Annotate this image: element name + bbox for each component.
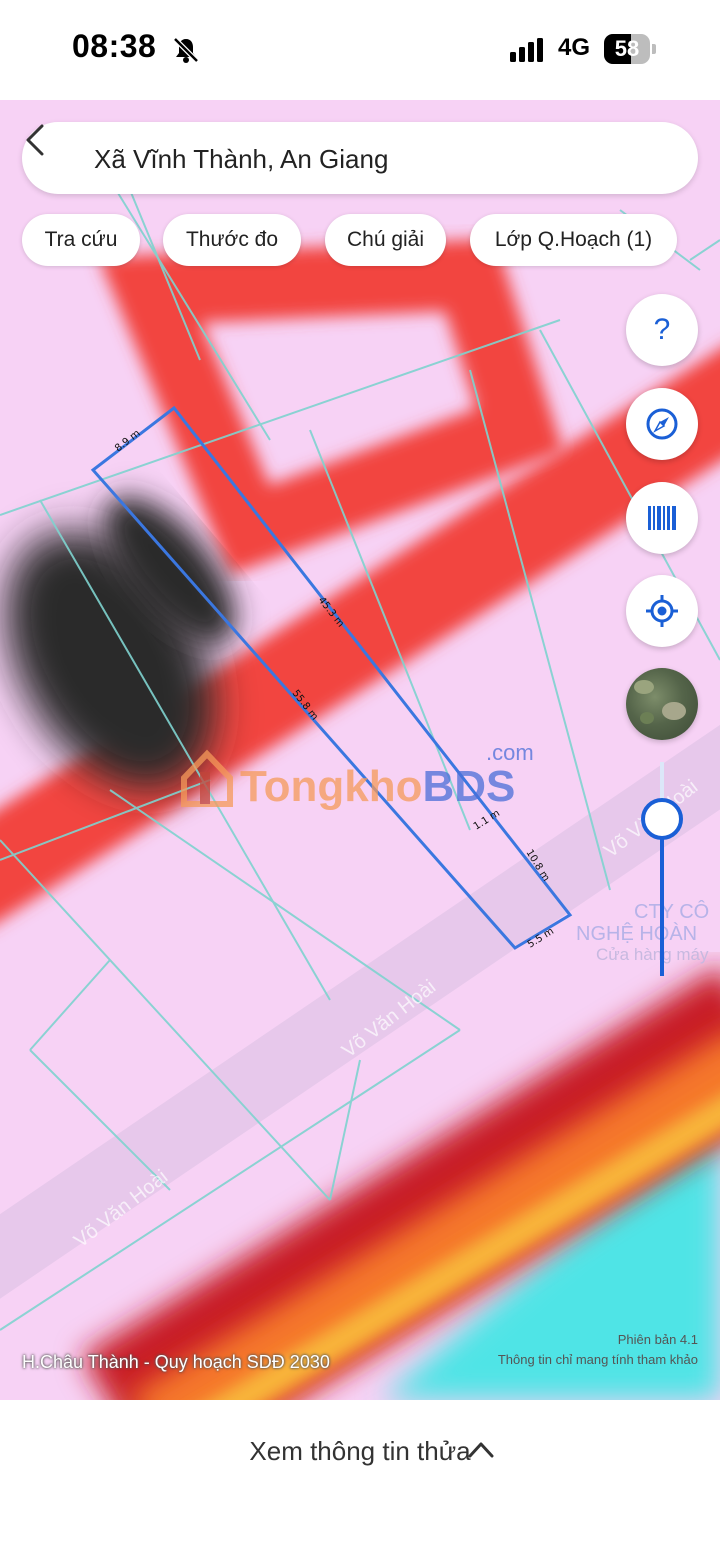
measure-label: 8.9 m: [113, 428, 142, 454]
house-icon: [181, 749, 233, 807]
battery-icon: 58: [604, 34, 656, 64]
map-view[interactable]: 8.9 m 45.3 m 55.8 m 1.1 m 10.8 m 5.5 m C…: [0, 100, 720, 1400]
chevron-up-icon[interactable]: [468, 1440, 494, 1460]
status-bar: 08:38 4G 58: [0, 0, 720, 100]
zoom-slider-knob[interactable]: [641, 798, 683, 840]
search-location-text[interactable]: Xã Vĩnh Thành, An Giang: [94, 144, 388, 175]
map-label-company: Cửa hàng máy: [596, 945, 709, 964]
compass-icon: [646, 408, 678, 440]
chip-lop-quy-hoach[interactable]: Lớp Q.Hoạch (1): [470, 214, 677, 266]
version-label: Phiên bản 4.1: [617, 1332, 698, 1347]
plan-name-label: H.Châu Thành - Quy hoạch SDĐ 2030: [22, 1352, 330, 1372]
chevron-left-icon[interactable]: [22, 122, 50, 158]
map-label-company: NGHỆ HOÀN: [576, 922, 697, 945]
bell-slash-icon: [173, 37, 199, 63]
satellite-layer-button[interactable]: [626, 668, 698, 740]
chip-chu-giai[interactable]: Chú giải: [325, 214, 446, 266]
clock: 08:38: [72, 28, 157, 64]
barcode-button[interactable]: [626, 482, 698, 554]
locate-icon: [646, 595, 678, 627]
map-label-company: CTY CÔ: [634, 900, 709, 923]
network-type: 4G: [558, 34, 591, 61]
chip-thuoc-do[interactable]: Thước đo: [163, 214, 301, 266]
locate-button[interactable]: [626, 575, 698, 647]
search-bar[interactable]: Xã Vĩnh Thành, An Giang: [22, 122, 698, 194]
chip-tra-cuu[interactable]: Tra cứu: [22, 214, 140, 266]
watermark-logo: TongkhoBDS .com: [180, 740, 560, 818]
disclaimer-label: Thông tin chỉ mang tính tham khảo: [497, 1352, 698, 1367]
help-icon: ?: [653, 313, 671, 346]
help-button[interactable]: ?: [626, 294, 698, 366]
bottom-sheet[interactable]: Xem thông tin thửa: [0, 1400, 720, 1560]
view-parcel-info-label[interactable]: Xem thông tin thửa: [0, 1436, 720, 1467]
signal-icon: [510, 38, 543, 62]
compass-button[interactable]: [626, 388, 698, 460]
battery-level: 58: [614, 36, 640, 61]
barcode-icon: [648, 506, 676, 530]
